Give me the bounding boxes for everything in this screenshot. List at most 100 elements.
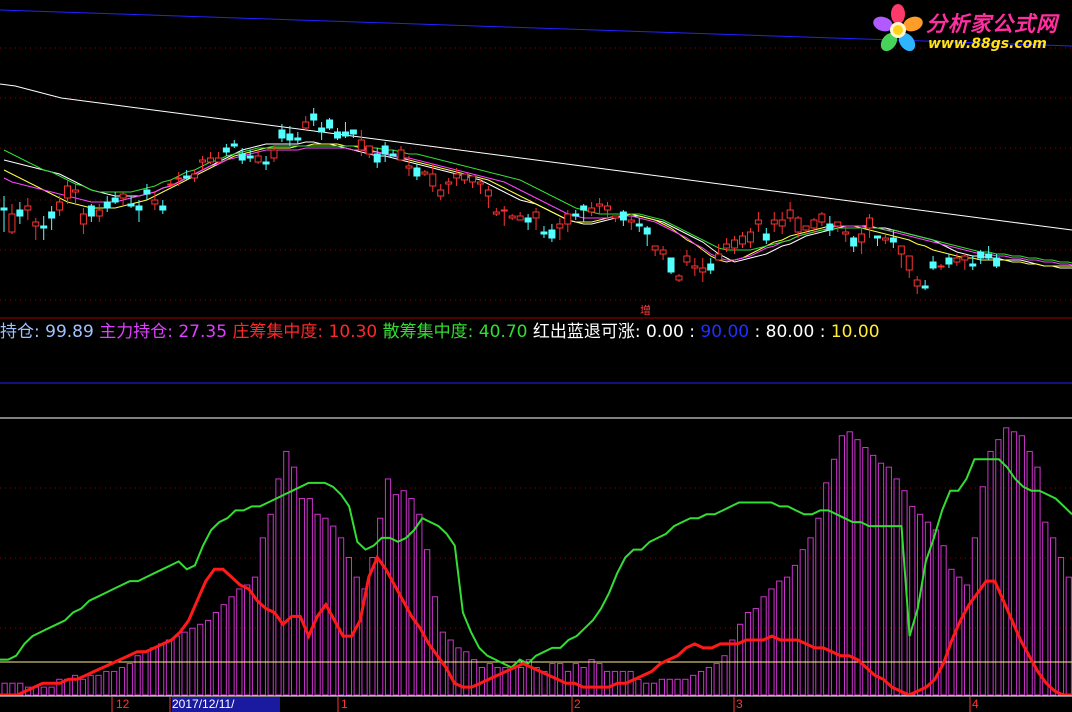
candle-body bbox=[453, 173, 461, 179]
candle-body bbox=[818, 213, 826, 223]
holding-bar bbox=[165, 639, 173, 696]
holding-bar bbox=[791, 564, 799, 696]
legend-item-retail-concentration: 散筹集中度: 40.70 bbox=[382, 322, 528, 342]
candle-body bbox=[111, 197, 119, 203]
candle-body bbox=[135, 205, 143, 211]
candle-body bbox=[175, 177, 183, 180]
candle-body bbox=[564, 213, 572, 225]
date-label: 2 bbox=[574, 697, 581, 711]
candle-body bbox=[16, 209, 24, 217]
candle-body bbox=[262, 161, 270, 165]
candle-body bbox=[596, 203, 604, 207]
holding-bar bbox=[228, 596, 235, 696]
candle-body bbox=[206, 157, 214, 163]
candle-body bbox=[691, 265, 699, 269]
candle-body bbox=[556, 223, 564, 229]
candle-body bbox=[905, 255, 913, 271]
holding-bar bbox=[705, 667, 712, 696]
holding-bar bbox=[408, 498, 415, 696]
candle-body bbox=[151, 199, 159, 205]
candle-body bbox=[103, 201, 111, 209]
candle-body bbox=[191, 173, 199, 179]
holding-bar bbox=[862, 447, 869, 696]
holding-bar bbox=[963, 584, 971, 696]
candle-body bbox=[619, 211, 627, 221]
holding-bar bbox=[40, 686, 47, 696]
candle-body bbox=[302, 121, 310, 129]
candle-body bbox=[723, 243, 731, 249]
holding-bar bbox=[236, 588, 243, 696]
candle-body bbox=[389, 153, 397, 157]
holding-bar bbox=[377, 517, 384, 696]
candle-body bbox=[961, 255, 969, 261]
holding-bar bbox=[1, 682, 8, 696]
holding-bar bbox=[142, 651, 149, 696]
candle-body bbox=[341, 131, 349, 137]
holding-bar bbox=[275, 478, 282, 696]
holding-bar bbox=[893, 478, 900, 696]
candle-body bbox=[778, 219, 786, 227]
holding-bar bbox=[1042, 521, 1049, 696]
candle-body bbox=[738, 235, 746, 245]
holding-bar bbox=[244, 584, 251, 696]
candle-body bbox=[929, 261, 937, 269]
candle-body bbox=[230, 143, 238, 147]
holding-bar bbox=[173, 635, 180, 696]
holding-bar bbox=[643, 682, 650, 696]
candle-body bbox=[834, 221, 842, 227]
candle-body bbox=[405, 165, 413, 169]
holding-bar bbox=[1057, 557, 1065, 696]
candle-body bbox=[699, 267, 707, 273]
candle-body bbox=[326, 119, 334, 129]
candle-body bbox=[469, 175, 477, 183]
candle-body bbox=[278, 129, 286, 139]
holding-bar bbox=[212, 612, 219, 696]
candle-body bbox=[95, 209, 103, 217]
candle-body bbox=[64, 185, 72, 199]
date-label: 3 bbox=[736, 697, 743, 711]
candle-body bbox=[842, 231, 850, 235]
candle-body bbox=[183, 175, 191, 179]
candle-body bbox=[913, 279, 921, 287]
holding-bar bbox=[353, 576, 360, 696]
holding-bar bbox=[126, 663, 133, 696]
candle-body bbox=[119, 193, 127, 199]
candle-body bbox=[897, 245, 905, 255]
holding-bar bbox=[1018, 435, 1025, 696]
candle-body bbox=[746, 231, 754, 243]
candle-body bbox=[731, 239, 739, 249]
candle-body bbox=[524, 217, 532, 223]
date-label: 12 bbox=[116, 697, 130, 711]
candle-body bbox=[24, 205, 32, 211]
holding-bar bbox=[885, 466, 892, 696]
legend-item-holding: 持仓: 99.89 bbox=[0, 322, 94, 342]
candle-body bbox=[993, 257, 1001, 267]
holding-bar bbox=[807, 537, 814, 696]
candle-body bbox=[286, 133, 294, 141]
candle-body bbox=[492, 211, 500, 215]
candle-body bbox=[461, 173, 469, 181]
candle-body bbox=[32, 221, 40, 227]
holding-bar bbox=[650, 682, 658, 696]
candle-body bbox=[79, 213, 87, 225]
holding-bar bbox=[157, 643, 165, 696]
holding-bar bbox=[697, 670, 705, 696]
holding-bar bbox=[1034, 466, 1041, 696]
holding-bar bbox=[424, 549, 431, 696]
holding-bar bbox=[517, 667, 525, 696]
candle-body bbox=[199, 159, 207, 163]
candle-body bbox=[873, 235, 881, 239]
holding-bar bbox=[204, 619, 212, 696]
candle-body bbox=[0, 207, 8, 211]
legend-item-dealer-concentration: 庄筹集中度: 10.30 bbox=[232, 322, 378, 342]
holding-bar bbox=[369, 557, 376, 696]
candle-body bbox=[87, 205, 95, 217]
candle-body bbox=[334, 131, 342, 139]
legend-item-level-80: : 80.00 bbox=[749, 322, 815, 342]
candle-body bbox=[429, 173, 437, 187]
candle-body bbox=[254, 155, 262, 163]
holding-bar bbox=[572, 663, 579, 696]
candle-body bbox=[770, 219, 778, 225]
candle-body bbox=[540, 231, 548, 235]
holding-bar bbox=[470, 659, 478, 696]
